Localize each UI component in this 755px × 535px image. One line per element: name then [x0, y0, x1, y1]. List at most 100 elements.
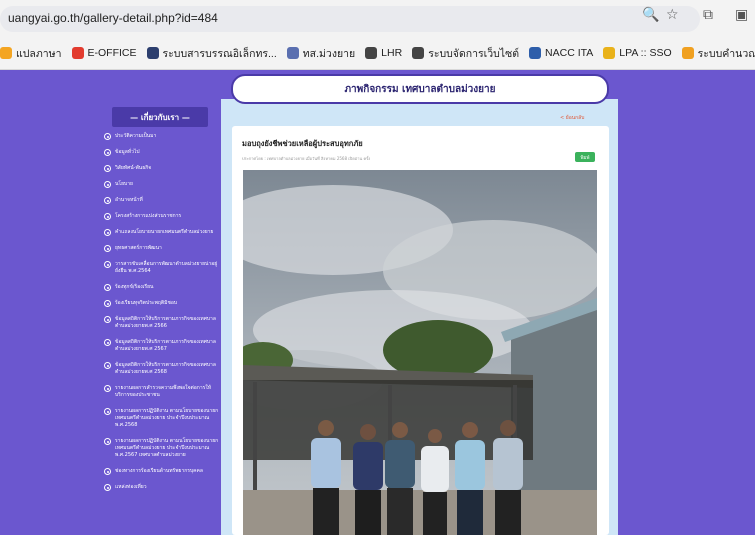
sidebar-item-label: ข้อมูลสถิติการให้บริการตามภารกิจของเทศบา…: [115, 339, 216, 352]
sidebar-item[interactable]: รายงานผลการปฏิบัติงาน ตามนโยบายของนายกเท…: [104, 438, 222, 459]
sidebar-item-label: อำนาจหน้าที่: [115, 197, 143, 203]
sidebar-item-label: ข้อมูลสถิติการให้บริการตามภารกิจของเทศบา…: [115, 362, 216, 375]
bookmark-item[interactable]: LPA :: SSO: [603, 47, 672, 59]
bookmark-label: ระบบจัดการเว็บไซต์: [428, 47, 520, 60]
bookmark-label: LHR: [381, 47, 403, 59]
bullet-icon: [104, 165, 111, 172]
banner-title: ภาพกิจกรรม เทศบาลตำบลม่วงยาย: [344, 83, 496, 95]
bookmark-item[interactable]: ทส.ม่วงยาย: [286, 45, 356, 62]
sidebar-item-label: ประวัติความเป็นมา: [115, 133, 157, 139]
article-meta: ประกาศโดย : เทศบาลตำบลม่วงยาย เมื่อวันที…: [242, 156, 371, 161]
sidebar-item-label: รายงานผลการปฏิบัติงาน ตามนโยบายของนายกเท…: [115, 408, 219, 428]
sidebar-item[interactable]: อำนาจหน้าที่: [104, 197, 222, 204]
bullet-icon: [104, 149, 111, 156]
article-card: มอบถุงยังชีพช่วยเหลือผู้ประสบอุทกภัย ประ…: [232, 126, 609, 535]
bullet-icon: [104, 300, 111, 307]
bullet-icon: [104, 197, 111, 204]
sidebar-item[interactable]: ข้อมูลสถิติการให้บริการตามภารกิจของเทศบา…: [104, 316, 222, 330]
bookmark-label: NACC ITA: [545, 47, 594, 59]
bookmark-label: LPA :: SSO: [619, 47, 672, 59]
sidebar-item-label: นโยบาย: [115, 181, 133, 187]
sidebar-item[interactable]: รายงานผลการสำรวจความพึงพอใจต่อการให้บริก…: [104, 385, 222, 399]
sidebar-title: — เกี่ยวกับเรา —: [112, 107, 208, 127]
bookmark-label: แปลภาษา: [16, 47, 62, 60]
article-title: มอบถุงยังชีพช่วยเหลือผู้ประสบอุทกภัย: [242, 139, 363, 148]
sidebar-item-label: ข้อมูลสถิติการให้บริการตามภารกิจของเทศบา…: [115, 316, 216, 329]
extensions-icon[interactable]: ⧉: [703, 7, 713, 23]
bookmark-item[interactable]: ระบบจัดการเว็บไซต์: [412, 45, 519, 62]
bookmark-item[interactable]: E-OFFICE: [71, 47, 137, 59]
bookmark-icon: [71, 47, 84, 59]
bookmark-icon: [286, 47, 299, 59]
bookmark-item[interactable]: ระบบสารบรรณอิเล็กทร...: [146, 45, 277, 62]
collections-icon[interactable]: ▣: [735, 7, 748, 23]
bookmark-icon: [603, 47, 616, 59]
bullet-icon: [104, 245, 111, 252]
bullet-icon: [104, 316, 111, 323]
bullet-icon: [104, 284, 111, 291]
bookmark-icon: [146, 47, 159, 59]
bookmark-icon: [412, 47, 425, 59]
bookmark-item[interactable]: ระบบคำนวณยอดขยการ...: [681, 45, 755, 62]
sidebar-item[interactable]: วารสารขับเคลื่อนการพัฒนาตำบลม่วงยายน่าอย…: [104, 261, 222, 275]
address-bar[interactable]: uangyai.go.th/gallery-detail.php?id=484: [0, 6, 700, 32]
bookmark-label: ระบบสารบรรณอิเล็กทร...: [162, 47, 277, 60]
sidebar-item-label: คำแถลงนโยบายนายกเทศมนตรีตำบลม่วงยาย: [115, 229, 214, 235]
bullet-icon: [104, 339, 111, 346]
bookmark-item[interactable]: NACC ITA: [529, 47, 593, 59]
bullet-icon: [104, 438, 111, 445]
url-text[interactable]: uangyai.go.th/gallery-detail.php?id=484: [8, 11, 218, 25]
sidebar-item[interactable]: โครงสร้างการแบ่งส่วนราชการ: [104, 213, 222, 220]
bookmark-icon: [529, 47, 542, 59]
sidebar-item[interactable]: รายงานผลการปฏิบัติงาน ตามนโยบายของนายกเท…: [104, 408, 222, 429]
bookmark-item[interactable]: แปลภาษา: [0, 45, 62, 62]
sidebar-item[interactable]: ข้อมูลสถิติการให้บริการตามภารกิจของเทศบา…: [104, 339, 222, 353]
sidebar-item[interactable]: ร้องเรียนทุจริตประพฤติมิชอบ: [104, 300, 222, 307]
bookmark-label: ระบบคำนวณยอดขยการ...: [697, 47, 755, 60]
bullet-icon: [104, 133, 111, 140]
bookmark-label: ทส.ม่วงยาย: [302, 47, 356, 60]
web-page: — เกี่ยวกับเรา — ประวัติความเป็นมาข้อมูล…: [0, 71, 755, 535]
sidebar-item-label: แหล่งท่องเที่ยว: [115, 484, 147, 490]
bullet-icon: [104, 181, 111, 188]
bookmark-label: E-OFFICE: [87, 47, 137, 59]
sidebar-item[interactable]: ยุทธศาสตร์การพัฒนา: [104, 245, 222, 252]
sidebar-item-label: โครงสร้างการแบ่งส่วนราชการ: [115, 213, 182, 219]
bullet-icon: [104, 213, 111, 220]
bullet-icon: [104, 408, 111, 415]
sidebar-item-label: ร้องทุกข์/ร้องเรียน: [115, 284, 154, 290]
sidebar-item-label: วารสารขับเคลื่อนการพัฒนาตำบลม่วงยายน่าอย…: [115, 261, 218, 274]
bullet-icon: [104, 261, 111, 268]
sidebar-item[interactable]: ร้องทุกข์/ร้องเรียน: [104, 284, 222, 291]
print-button[interactable]: พิมพ์: [575, 152, 595, 162]
sidebar-item-label: ยุทธศาสตร์การพัฒนา: [115, 245, 162, 251]
zoom-icon[interactable]: 🔍: [642, 7, 659, 23]
sidebar-item[interactable]: วิสัยทัศน์-พันธกิจ: [104, 165, 222, 172]
browser-chrome: uangyai.go.th/gallery-detail.php?id=484 …: [0, 0, 755, 70]
bookmark-item[interactable]: LHR: [365, 47, 402, 59]
photo-image: [243, 170, 597, 535]
sidebar-item[interactable]: ประวัติความเป็นมา: [104, 133, 222, 140]
page-banner: ภาพกิจกรรม เทศบาลตำบลม่วงยาย: [231, 74, 609, 104]
sidebar-item[interactable]: ช่องทางการร้องเรียนด้านทรัพยากรบุคคล: [104, 468, 222, 475]
sidebar-menu: ประวัติความเป็นมาข้อมูลทั่วไปวิสัยทัศน์-…: [104, 133, 222, 500]
sidebar-item-label: วิสัยทัศน์-พันธกิจ: [115, 165, 152, 171]
sidebar-item-label: ช่องทางการร้องเรียนด้านทรัพยากรบุคคล: [115, 468, 203, 474]
bookmarks-bar: แปลภาษา E-OFFICE ระบบสารบรรณอิเล็กทร... ทส.…: [0, 40, 755, 66]
sidebar-item[interactable]: ข้อมูลสถิติการให้บริการตามภารกิจของเทศบา…: [104, 362, 222, 376]
sidebar-item[interactable]: ข้อมูลทั่วไป: [104, 149, 222, 156]
sidebar-item[interactable]: นโยบาย: [104, 181, 222, 188]
sidebar-item-label: ร้องเรียนทุจริตประพฤติมิชอบ: [115, 300, 178, 306]
sidebar-item[interactable]: คำแถลงนโยบายนายกเทศมนตรีตำบลม่วงยาย: [104, 229, 222, 236]
bullet-icon: [104, 385, 111, 392]
star-icon[interactable]: ☆: [666, 7, 679, 23]
sidebar-item[interactable]: แหล่งท่องเที่ยว: [104, 484, 222, 491]
back-link[interactable]: < ย้อนกลับ: [560, 114, 584, 122]
bullet-icon: [104, 362, 111, 369]
sidebar-item-label: รายงานผลการปฏิบัติงาน ตามนโยบายของนายกเท…: [115, 438, 219, 458]
bullet-icon: [104, 229, 111, 236]
article-photo[interactable]: [243, 170, 597, 535]
sidebar-item-label: รายงานผลการสำรวจความพึงพอใจต่อการให้บริก…: [115, 385, 212, 398]
bookmark-icon: [681, 47, 694, 59]
bookmark-icon: [0, 47, 12, 59]
